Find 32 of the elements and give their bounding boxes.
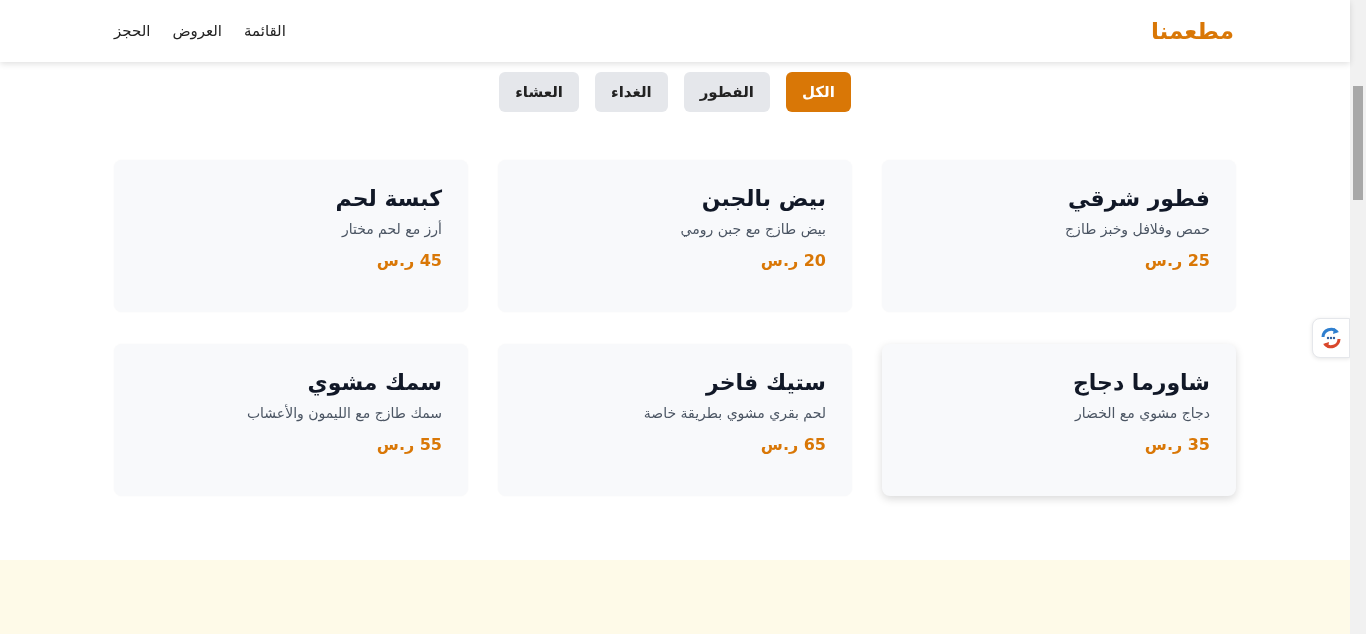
dish-price: 55 ر.س [375, 435, 442, 454]
dish-price: 20 ر.س [759, 251, 826, 270]
dish-card[interactable]: شاورما دجاج دجاج مشوي مع الخضار 35 ر.س [882, 344, 1236, 496]
dish-card[interactable]: فطور شرقي حمص وفلافل وخبز طازج 25 ر.س [882, 160, 1236, 312]
dish-description: لحم بقري مشوي بطريقة خاصة [642, 405, 826, 421]
scrollbar[interactable] [1350, 0, 1366, 634]
filter-tab[interactable]: العشاء [499, 72, 579, 112]
dish-card[interactable]: كبسة لحم أرز مع لحم مختار 45 ر.س [114, 160, 468, 312]
dish-description: أرز مع لحم مختار [340, 221, 442, 237]
filter-tab[interactable]: الفطور [683, 72, 770, 112]
dish-price: 35 ر.س [1143, 435, 1210, 454]
dish-description: دجاج مشوي مع الخضار [1073, 405, 1210, 421]
dish-price: 25 ر.س [1143, 251, 1210, 270]
dish-name: كبسة لحم [334, 186, 442, 211]
dish-card[interactable]: سمك مشوي سمك طازج مع الليمون والأعشاب 55 ر.س [114, 344, 468, 496]
nav-link[interactable]: العروض [172, 22, 223, 40]
dish-price: 65 ر.س [759, 435, 826, 454]
dish-name: بيض بالجبن [700, 186, 826, 211]
dish-name: ستيك فاخر [704, 370, 826, 395]
dish-description: حمص وفلافل وخبز طازج [1064, 221, 1210, 237]
dish-description: سمك طازج مع الليمون والأعشاب [245, 405, 442, 421]
dish-price: 45 ر.س [375, 251, 442, 270]
nav-link[interactable]: الحجز [114, 22, 151, 40]
dish-name: شاورما دجاج [1071, 370, 1210, 395]
nav-link[interactable]: القائمة [244, 22, 286, 40]
dish-card[interactable]: بيض بالجبن بيض طازج مع جبن رومي 20 ر.س [498, 160, 852, 312]
dish-description: بيض طازج مع جبن رومي [679, 221, 826, 237]
dish-name: سمك مشوي [306, 370, 442, 395]
dish-name: فطور شرقي [1067, 186, 1210, 211]
translate-button[interactable] [1312, 318, 1350, 358]
dish-card[interactable]: ستيك فاخر لحم بقري مشوي بطريقة خاصة 65 ر.س [498, 344, 852, 496]
filter-tab[interactable]: الغداء [595, 72, 668, 112]
